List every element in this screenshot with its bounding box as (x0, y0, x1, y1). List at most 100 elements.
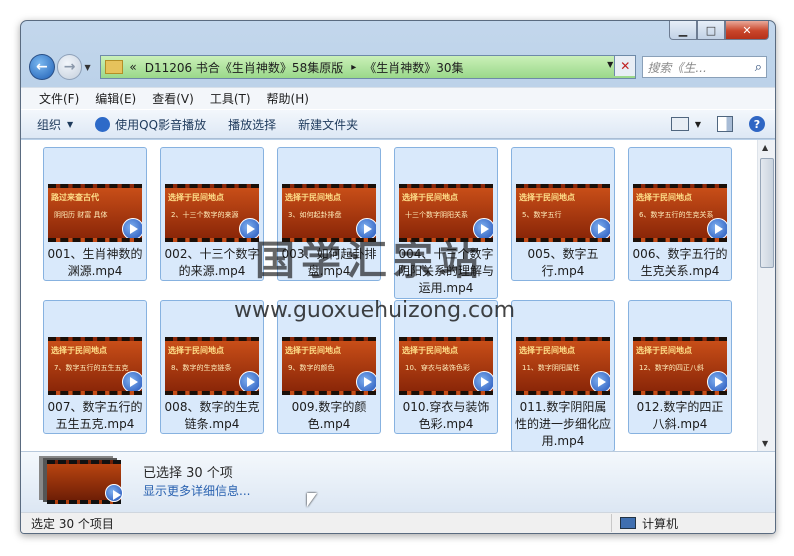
video-play-icon (473, 371, 493, 391)
thumb-subtitle: 5、数字五行 (522, 211, 562, 219)
forward-button[interactable]: → (56, 54, 83, 80)
video-play-icon (590, 371, 610, 391)
thumb-subtitle: 11、数字阴阳属性 (522, 364, 580, 372)
scroll-down-icon[interactable]: ▼ (762, 439, 768, 448)
menu-file[interactable]: 文件(F) (39, 90, 79, 107)
video-play-icon (122, 218, 142, 238)
address-bar[interactable]: « D11206 书合《生肖神数》58集原版 ▸ 《生肖神数》30集 ▼ ✕ (100, 55, 637, 79)
scroll-up-icon[interactable]: ▲ (762, 143, 768, 152)
qq-play-label: 使用QQ影音播放 (115, 117, 207, 132)
file-list: 路过来查古代 阴阳历 财富 具体 001、生肖神数的渊源.mp4 选择于民间地点… (21, 140, 775, 451)
file-item[interactable]: 选择于民间地点 2、十三个数字的来源 002、十三个数字的来源.mp4 (160, 147, 264, 281)
video-play-icon (707, 371, 727, 391)
help-icon[interactable]: ? (749, 116, 765, 132)
command-bar: 组织 ▼ 使用QQ影音播放 播放选择 新建文件夹 ▼ ? (21, 109, 775, 139)
breadcrumb-separator[interactable]: ▸ (351, 62, 356, 73)
thumb-subtitle: 3、如何起卦排盘 (288, 211, 342, 219)
file-name: 012.数字的四正八斜.mp4 (636, 400, 724, 431)
thumb-title: 选择于民间地点 (636, 193, 692, 202)
menu-view[interactable]: 查看(V) (152, 90, 194, 107)
play-selection-button[interactable]: 播放选择 (228, 116, 276, 133)
address-overflow[interactable]: « (129, 60, 136, 74)
mouse-pointer-icon (307, 493, 317, 507)
video-thumbnail: 选择于民间地点 9、数字的颜色 (282, 337, 376, 395)
file-item[interactable]: 路过来查古代 阴阳历 财富 具体 001、生肖神数的渊源.mp4 (43, 147, 147, 281)
back-button[interactable]: ← (29, 54, 55, 80)
file-item[interactable]: 选择于民间地点 7、数字五行的五生五克 007、数字五行的五生五克.mp4 (43, 300, 147, 434)
file-item[interactable]: 选择于民间地点 6、数字五行的生克关系 006、数字五行的生克关系.mp4 (628, 147, 732, 281)
menu-edit[interactable]: 编辑(E) (95, 90, 136, 107)
thumb-subtitle: 12、数字的四正八斜 (639, 364, 704, 372)
selection-count: 已选择 30 个项 (143, 466, 233, 481)
caption-buttons: ▁ □ ✕ (669, 21, 769, 40)
thumb-title: 选择于民间地点 (402, 193, 458, 202)
vertical-scrollbar[interactable]: ▲ ▼ (757, 140, 775, 451)
breadcrumb-current[interactable]: 《生肖神数》30集 (364, 59, 463, 76)
view-dropdown-icon[interactable]: ▼ (695, 120, 701, 129)
thumb-subtitle: 2、十三个数字的来源 (171, 211, 239, 219)
watermark-text: 国学汇宗站 (255, 237, 485, 284)
new-folder-label: 新建文件夹 (298, 117, 359, 132)
video-play-icon (356, 371, 376, 391)
change-view-icon[interactable] (670, 117, 689, 131)
computer-icon (620, 517, 636, 529)
address-dropdown-icon[interactable]: ▼ (607, 60, 613, 69)
thumb-subtitle: 阴阳历 财富 具体 (54, 211, 108, 219)
new-folder-button[interactable]: 新建文件夹 (298, 116, 358, 133)
status-selection: 选定 30 个项目 (31, 516, 114, 531)
maximize-button[interactable]: □ (697, 21, 725, 40)
video-play-icon (122, 371, 142, 391)
file-name: 006、数字五行的生克关系.mp4 (632, 247, 728, 278)
minimize-icon: ▁ (678, 23, 688, 37)
file-name: 008、数字的生克链条.mp4 (164, 400, 260, 431)
toolbar-right: ▼ ? (655, 116, 765, 132)
show-more-details-link[interactable]: 显示更多详细信息... (143, 482, 250, 499)
organize-button[interactable]: 组织 ▼ (37, 116, 73, 133)
menu-bar: 文件(F) 编辑(E) 查看(V) 工具(T) 帮助(H) (21, 87, 775, 109)
search-box[interactable]: 搜索《生... ⌕ (642, 56, 768, 78)
menu-help[interactable]: 帮助(H) (267, 90, 309, 107)
close-button[interactable]: ✕ (725, 21, 769, 40)
menu-tools[interactable]: 工具(T) (210, 90, 251, 107)
thumb-subtitle: 9、数字的颜色 (288, 364, 335, 372)
search-icon[interactable]: ⌕ (755, 60, 762, 75)
video-thumbnail: 路过来查古代 阴阳历 财富 具体 (48, 184, 142, 242)
thumb-title: 选择于民间地点 (168, 346, 224, 355)
play-selection-label: 播放选择 (228, 117, 277, 132)
address-clear-button[interactable]: ✕ (614, 56, 636, 76)
selection-thumbnail-stack (47, 460, 123, 504)
minimize-button[interactable]: ▁ (669, 21, 697, 40)
thumb-title: 选择于民间地点 (402, 346, 458, 355)
video-play-icon (239, 371, 259, 391)
file-name: 005、数字五行.mp4 (527, 247, 599, 278)
video-thumbnail: 选择于民间地点 11、数字阴阳属性 (516, 337, 610, 395)
file-item[interactable]: 选择于民间地点 11、数字阴阳属性 011.数字阴阳属性的进一步细化应用.mp4 (511, 300, 615, 451)
thumb-subtitle: 8、数字的生克链条 (171, 364, 232, 372)
file-item[interactable]: 选择于民间地点 5、数字五行 005、数字五行.mp4 (511, 147, 615, 281)
thumb-subtitle: 10、穿衣与装饰色彩 (405, 364, 470, 372)
back-arrow-icon: ← (36, 59, 48, 75)
thumb-subtitle: 十三个数字阴阳关系 (405, 211, 468, 219)
file-name: 002、十三个数字的来源.mp4 (164, 247, 260, 278)
recent-pages-dropdown[interactable]: ▼ (84, 63, 94, 72)
search-placeholder[interactable]: 搜索《生... (647, 59, 706, 76)
file-item[interactable]: 选择于民间地点 12、数字的四正八斜 012.数字的四正八斜.mp4 (628, 300, 732, 434)
video-play-icon (707, 218, 727, 238)
thumb-title: 选择于民间地点 (519, 193, 575, 202)
file-name: 007、数字五行的五生五克.mp4 (47, 400, 143, 431)
thumb-subtitle: 7、数字五行的五生五克 (54, 364, 129, 372)
scrollbar-thumb[interactable] (760, 158, 774, 268)
chevron-down-icon: ▼ (67, 119, 74, 129)
details-pane: 已选择 30 个项 显示更多详细信息... (21, 451, 775, 514)
thumb-title: 选择于民间地点 (519, 346, 575, 355)
thumb-title: 选择于民间地点 (51, 346, 107, 355)
qq-play-button[interactable]: 使用QQ影音播放 (95, 116, 206, 133)
video-thumbnail: 选择于民间地点 5、数字五行 (516, 184, 610, 242)
organize-label: 组织 (37, 117, 62, 132)
video-thumbnail: 选择于民间地点 8、数字的生克链条 (165, 337, 259, 395)
folder-icon (105, 60, 124, 74)
navigation-row: ← → ▼ « D11206 书合《生肖神数》58集原版 ▸ 《生肖神数》30集… (29, 54, 768, 80)
preview-pane-icon[interactable] (717, 116, 733, 132)
breadcrumb-parent[interactable]: D11206 书合《生肖神数》58集原版 (145, 59, 344, 76)
thumb-subtitle: 6、数字五行的生克关系 (639, 211, 714, 219)
